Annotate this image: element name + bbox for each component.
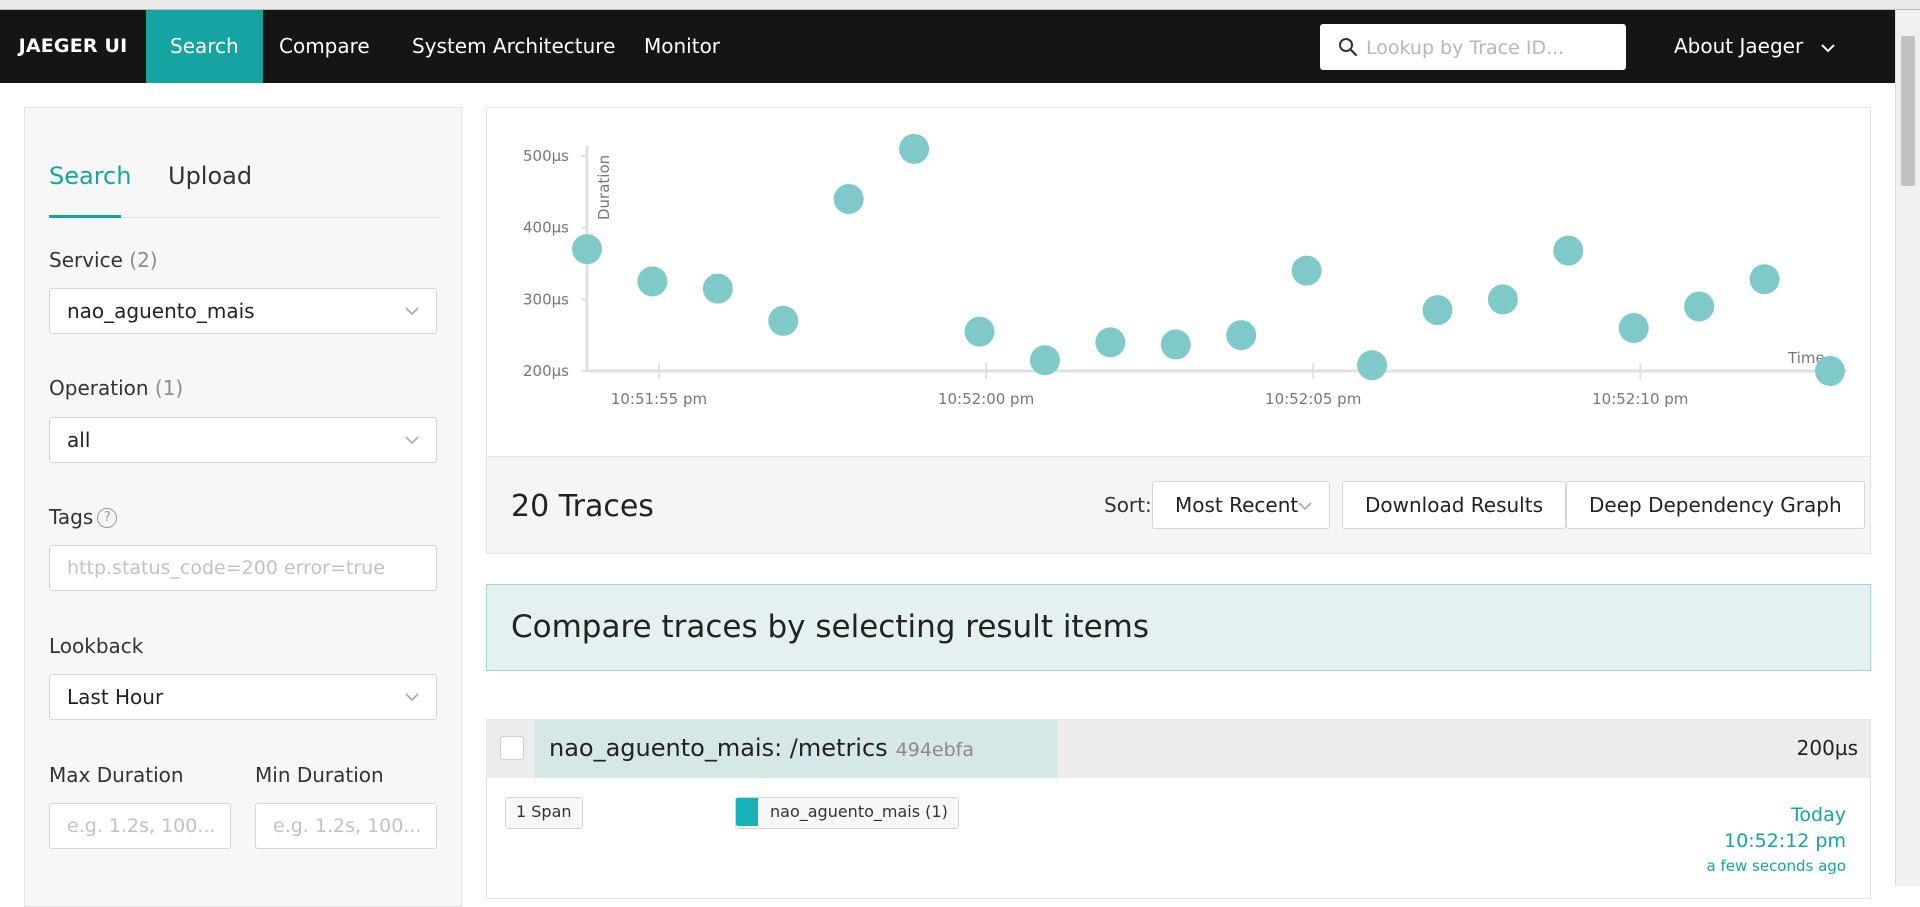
download-results-button[interactable]: Download Results	[1342, 481, 1566, 529]
trace-point[interactable]	[1553, 235, 1584, 266]
tab-upload[interactable]: Upload	[168, 162, 252, 190]
compare-banner-text: Compare traces by selecting result items	[511, 609, 1150, 645]
trace-point[interactable]	[572, 234, 602, 265]
operation-count: (1)	[154, 376, 184, 400]
chevron-down-icon	[405, 693, 419, 702]
trace-id: 494ebfa	[895, 739, 975, 761]
sort-select[interactable]: Most Recent	[1152, 481, 1330, 529]
x-tick-label: 10:52:00 pm	[938, 390, 1034, 408]
lookback-value: Last Hour	[67, 685, 164, 709]
help-icon[interactable]: ?	[97, 508, 118, 528]
service-label-text: Service	[49, 248, 123, 272]
y-axis-label: Duration	[595, 155, 613, 220]
operation-select[interactable]: all	[49, 417, 437, 463]
trace-result-item[interactable]: nao_aguento_mais: /metrics 494ebfa 200µs …	[486, 719, 1871, 899]
active-tab-indicator	[49, 215, 121, 218]
operation-value: all	[67, 428, 91, 452]
trace-point[interactable]	[833, 184, 864, 214]
nav-compare[interactable]: Compare	[255, 10, 394, 83]
deep-dependency-graph-button[interactable]: Deep Dependency Graph	[1566, 481, 1865, 529]
service-badge: nao_aguento_mais (1)	[735, 797, 959, 829]
service-color-swatch	[736, 798, 758, 826]
trace-duration: 200µs	[1796, 736, 1858, 760]
trace-point[interactable]	[1749, 264, 1780, 295]
x-tick-label: 10:52:05 pm	[1265, 390, 1361, 408]
chevron-down-icon	[1820, 43, 1835, 52]
trace-point[interactable]	[1160, 329, 1191, 360]
lookback-label: Lookback	[49, 634, 144, 658]
y-tick-label: 500µs	[523, 147, 569, 165]
trace-lookup	[1320, 24, 1626, 72]
trace-point[interactable]	[899, 133, 930, 164]
trace-result-header[interactable]: nao_aguento_mais: /metrics 494ebfa 200µs	[487, 720, 1870, 778]
sort-value: Most Recent	[1175, 493, 1299, 517]
trace-point[interactable]	[1357, 350, 1388, 381]
trace-point[interactable]	[1029, 345, 1060, 376]
lookback-select[interactable]: Last Hour	[49, 674, 437, 720]
browser-top-edge	[0, 0, 1920, 10]
trace-point[interactable]	[1487, 284, 1518, 315]
trace-point[interactable]	[1618, 313, 1649, 343]
trace-point[interactable]	[1291, 255, 1322, 286]
trace-select-checkbox[interactable]	[500, 736, 524, 760]
trace-point[interactable]	[768, 305, 799, 336]
trace-point[interactable]	[1684, 291, 1715, 322]
y-tick-label: 400µs	[523, 219, 569, 237]
service-count: (2)	[129, 248, 158, 272]
operation-label: Operation (1)	[49, 376, 183, 400]
max-duration-input[interactable]: e.g. 1.2s, 100...	[49, 803, 231, 849]
span-count-badge: 1 Span	[505, 797, 583, 829]
trace-point[interactable]	[964, 316, 995, 347]
trace-id-input[interactable]	[1364, 24, 1618, 72]
tab-search[interactable]: Search	[49, 162, 131, 190]
trace-scatter-chart: 200µs 300µs 400µs 500µs 10:51:55 pm 10:52:00…	[486, 107, 1871, 457]
trace-time: 10:52:12 pm	[1724, 830, 1846, 852]
min-duration-input[interactable]: e.g. 1.2s, 100...	[255, 803, 437, 849]
about-jaeger-menu[interactable]: About Jaeger	[1674, 10, 1836, 83]
compare-banner: Compare traces by selecting result items	[486, 584, 1871, 671]
y-tick-label: 200µs	[523, 362, 569, 380]
search-icon	[1339, 38, 1358, 57]
chevron-down-icon	[405, 307, 419, 316]
scatter-plot: 200µs 300µs 400µs 500µs 10:51:55 pm 10:52:00…	[523, 133, 1847, 408]
tags-input[interactable]: http.status_code=200 error=true	[49, 545, 437, 591]
operation-label-text: Operation	[49, 376, 149, 400]
y-tick-label: 300µs	[523, 290, 569, 308]
trace-point[interactable]	[1815, 356, 1845, 386]
results-header: 20 Traces Sort: Most Recent Download Res…	[486, 456, 1871, 554]
trace-point[interactable]	[1422, 295, 1453, 326]
trace-point[interactable]	[637, 266, 668, 297]
trace-title-text: nao_aguento_mais: /metrics	[549, 734, 888, 762]
nav-search[interactable]: Search	[146, 10, 263, 83]
service-label: Service (2)	[49, 248, 158, 272]
trace-point[interactable]	[1095, 327, 1126, 358]
service-badge-label: nao_aguento_mais (1)	[770, 802, 948, 821]
trace-count: 20 Traces	[511, 489, 654, 524]
top-nav: JAEGER UI Search Compare System Architec…	[0, 10, 1895, 83]
service-value: nao_aguento_mais	[67, 299, 255, 323]
tags-label: Tags?	[49, 505, 118, 529]
page-scrollbar[interactable]	[1895, 10, 1920, 886]
trace-point[interactable]	[702, 273, 733, 304]
chevron-down-icon	[1298, 502, 1312, 511]
brand-logo[interactable]: JAEGER UI	[0, 10, 146, 83]
trace-relative-time: a few seconds ago	[1706, 857, 1846, 875]
nav-monitor[interactable]: Monitor	[620, 10, 744, 83]
search-panel: Search Upload Service (2) nao_aguento_ma…	[24, 107, 462, 907]
nav-system-architecture[interactable]: System Architecture	[388, 10, 639, 83]
x-tick-label: 10:51:55 pm	[611, 390, 707, 408]
chevron-down-icon	[405, 436, 419, 445]
trace-date: Today	[1791, 804, 1846, 826]
max-duration-label: Max Duration	[49, 763, 184, 787]
tags-label-text: Tags	[49, 505, 94, 529]
trace-point[interactable]	[1226, 320, 1257, 351]
trace-title[interactable]: nao_aguento_mais: /metrics 494ebfa	[549, 734, 974, 762]
scrollbar-thumb[interactable]	[1901, 36, 1915, 186]
min-duration-label: Min Duration	[255, 763, 384, 787]
sort-label: Sort:	[1104, 493, 1152, 517]
about-jaeger-label: About Jaeger	[1674, 34, 1804, 58]
x-tick-label: 10:52:10 pm	[1592, 390, 1688, 408]
service-select[interactable]: nao_aguento_mais	[49, 288, 437, 334]
